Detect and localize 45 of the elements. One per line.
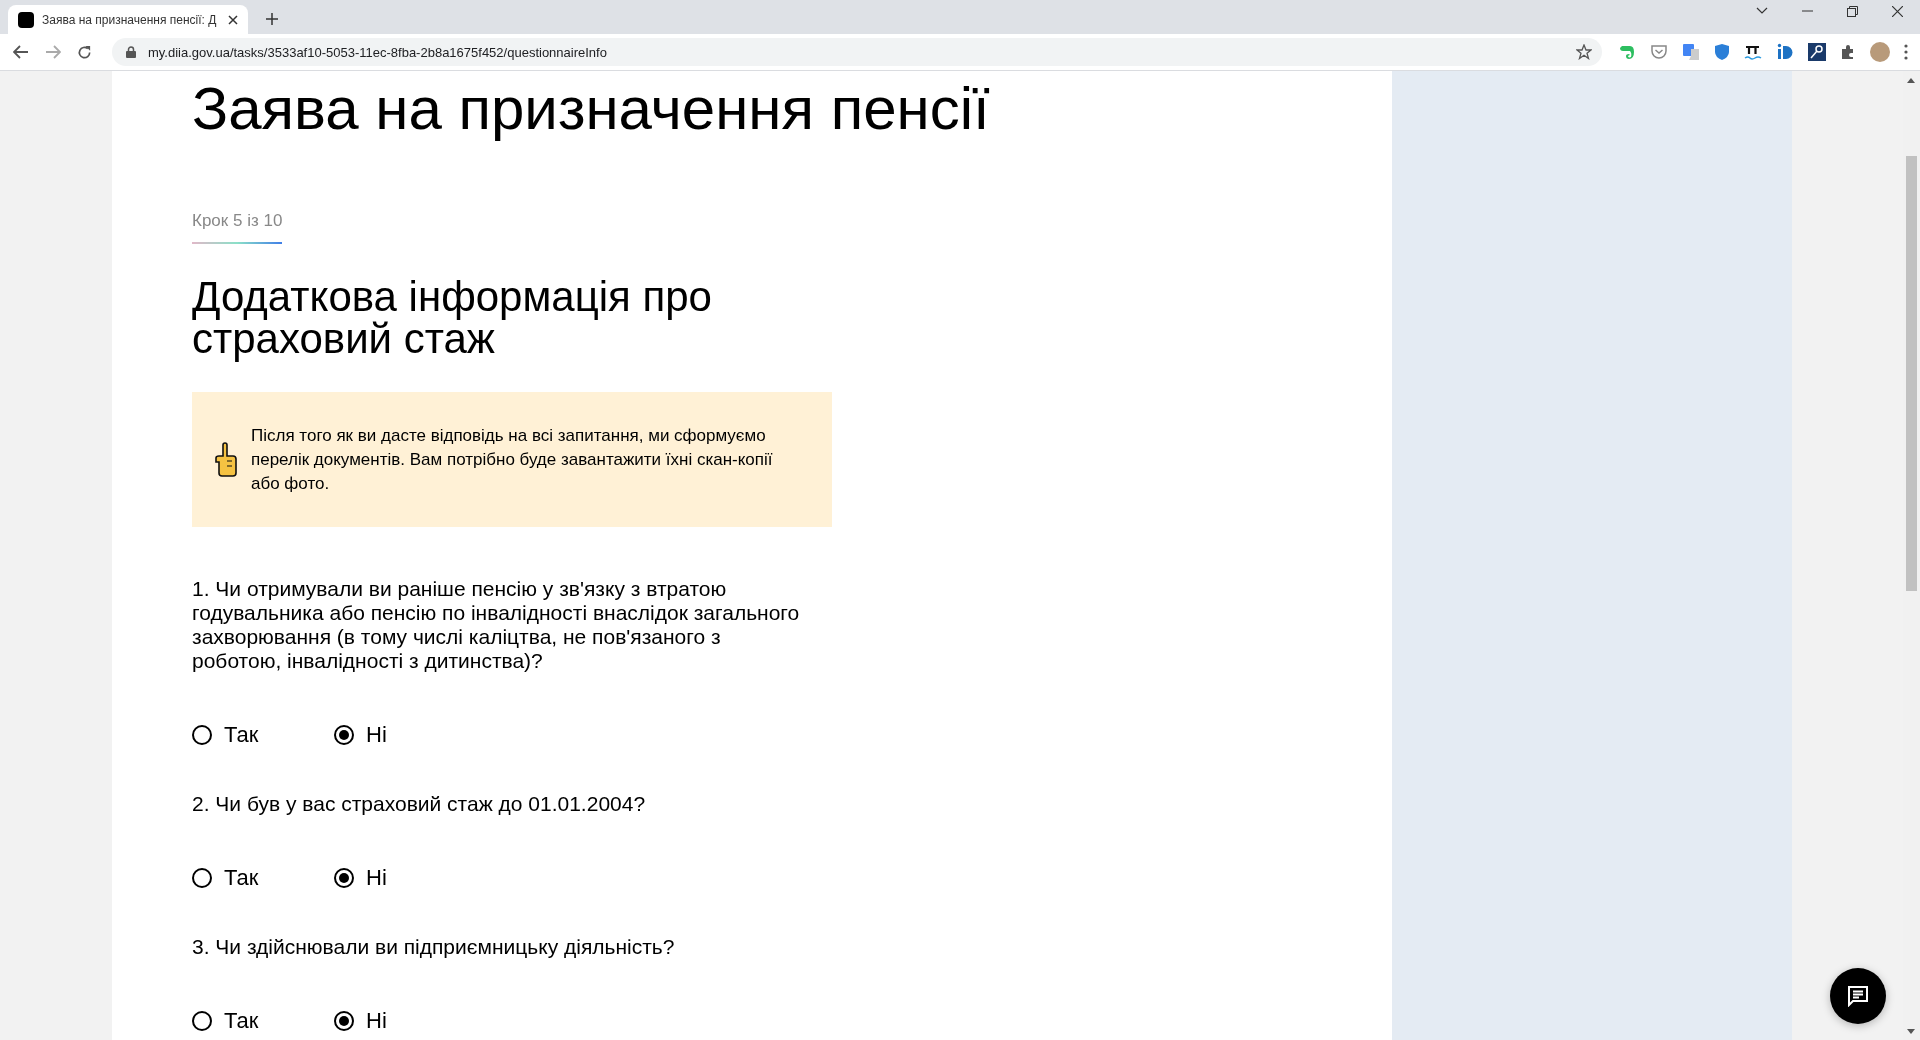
radio-option[interactable]: Так [192,723,334,747]
back-icon[interactable] [13,45,29,59]
question-text: 1. Чи отримували ви раніше пенсію у зв'язку з втратою годувальника або пенсію по інвалідності внаслідок загального захворювання (в тому числі каліцтва, не пов'язаного з роботою, інвалідності з дитинства)? [192,577,801,673]
radio-option[interactable]: Ні [334,866,476,890]
radio-option[interactable]: Так [192,1009,334,1033]
radio-option[interactable]: Так [192,866,334,890]
section-heading: Додаткова інформація про страховий стаж [192,276,713,360]
address-field[interactable]: my.diia.gov.ua/tasks/3533af10-5053-11ec-8fba-2b8a1675f452/questionnaireInfo [112,38,1602,66]
pocket-icon[interactable] [1650,43,1668,61]
more-icon[interactable] [1904,44,1908,60]
puzzle-icon[interactable] [1840,44,1856,60]
key-icon[interactable] [1808,43,1826,61]
scroll-down-icon[interactable] [1907,1029,1915,1034]
shield-icon[interactable] [1714,43,1730,61]
browser-tab[interactable]: Заява на призначення пенсії: Д [8,5,248,34]
radio-button[interactable] [334,1011,354,1031]
pointing-hand-icon [214,441,238,478]
radio-button[interactable] [334,868,354,888]
reload-icon[interactable] [77,44,92,60]
lock-icon [126,46,136,58]
radio-button[interactable] [192,868,212,888]
chevron-down-icon[interactable] [1756,7,1768,15]
restore-icon[interactable] [1847,5,1858,17]
radio-button[interactable] [192,1011,212,1031]
radio-option[interactable]: Ні [334,1009,476,1033]
extension-icon[interactable] [1744,43,1762,61]
star-icon[interactable] [1576,44,1592,60]
page-title: Заява на призначення пенсії [192,74,991,144]
chat-icon [1847,985,1869,1007]
scrollbar-thumb[interactable] [1906,156,1917,591]
notice-text: Після того як ви дасте відповідь на всі запитання, ми сформуємо перелік документів. Вам потрібно буде завантажити їхні скан-копії або фото. [251,424,774,495]
translate-icon[interactable] [1682,43,1700,61]
question-text: 3. Чи здійснювали ви підприємницьку діяльність? [192,935,676,959]
scroll-up-icon[interactable] [1907,78,1915,83]
radio-button[interactable] [334,725,354,745]
question-text: 2. Чи був у вас страховий стаж до 01.01.2004? [192,792,647,816]
new-tab-icon[interactable] [266,13,278,25]
radio-option[interactable]: Ні [334,723,476,747]
chat-button[interactable] [1830,968,1886,1024]
close-icon[interactable] [228,14,238,25]
close-icon[interactable] [1892,5,1903,17]
site-logo-icon [18,11,34,28]
step-indicator: Крок 5 із 10 [192,209,283,244]
radio-button[interactable] [192,725,212,745]
avatar-icon[interactable] [1870,42,1890,62]
